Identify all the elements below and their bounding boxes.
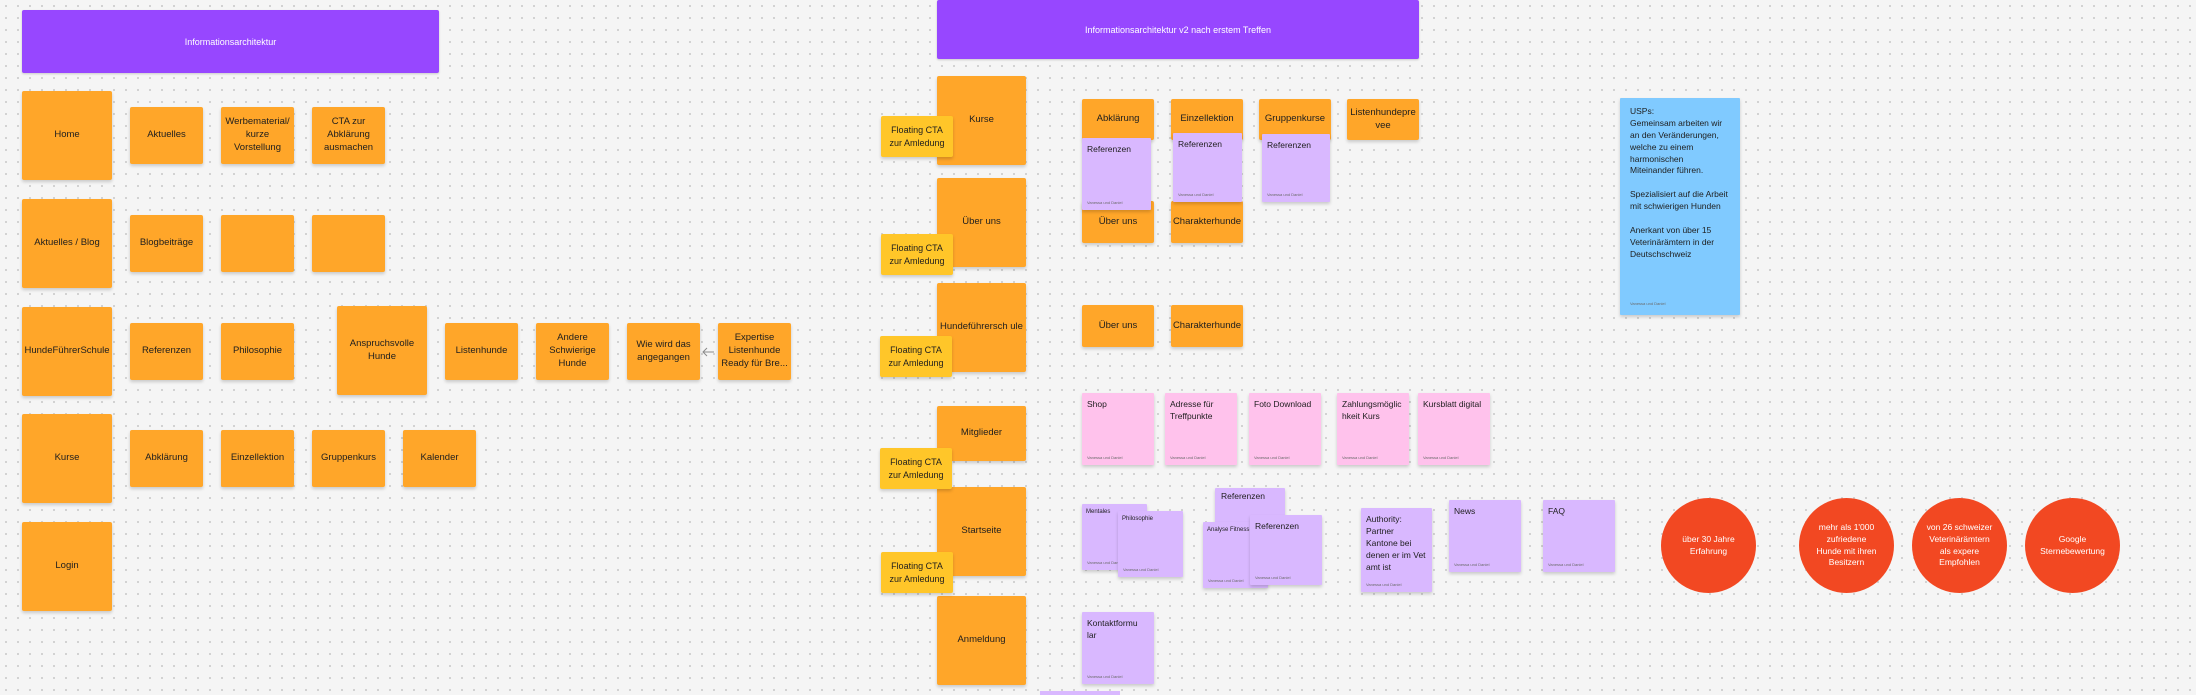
note-philosophie[interactable]: Philosophie Vanessa und Daniel xyxy=(1118,511,1183,577)
note-referenzen[interactable]: Referenzen Vanessa und Daniel xyxy=(1262,134,1330,202)
sticky-andere-schwierige-hunde[interactable]: Andere Schwierige Hunde xyxy=(536,323,609,380)
note-authority[interactable]: Authority: Partner Kantone bei denen er … xyxy=(1361,508,1432,592)
circle-erfahrung[interactable]: über 30 Jahre Erfahrung xyxy=(1661,498,1756,593)
sticky-login[interactable]: Login xyxy=(22,522,112,611)
sticky-v2-charakterhunde[interactable]: Charakterhunde xyxy=(1171,305,1243,347)
frame-informationsarchitektur-v2[interactable]: Informationsarchitektur v2 nach erstem T… xyxy=(937,0,1419,59)
note-zahlungsmoeglichkeit[interactable]: Zahlungsmöglic hkeit Kurs Vanessa und Dan… xyxy=(1337,393,1409,465)
sticky-v2-ueber-uns-item[interactable]: Über uns xyxy=(1082,305,1154,347)
note-faq[interactable]: FAQ Vanessa und Daniel xyxy=(1543,500,1615,572)
sticky-v2-charakterhunde[interactable]: Charakterhunde xyxy=(1171,201,1243,243)
arrow-left-icon xyxy=(702,347,714,357)
sticky-kalender[interactable]: Kalender xyxy=(403,430,476,487)
frame-title: Informationsarchitektur xyxy=(184,36,277,47)
sticky-einzellektion[interactable]: Einzellektion xyxy=(221,430,294,487)
sticky-wie-wird-das-angegangen[interactable]: Wie wird das angegangen xyxy=(627,323,700,380)
sticky-referenzen[interactable]: Referenzen xyxy=(130,323,203,380)
sticky-blogbeitraege[interactable]: Blogbeiträge xyxy=(130,215,203,272)
note-partial-offscreen xyxy=(1040,691,1120,695)
sticky-abklaerung[interactable]: Abklärung xyxy=(130,430,203,487)
frame-title: Informationsarchitektur v2 nach erstem T… xyxy=(1085,24,1271,35)
note-usps[interactable]: USPs: Gemeinsam arbeiten wir an den Verä… xyxy=(1620,98,1740,315)
sticky-aktuelles[interactable]: Aktuelles xyxy=(130,107,203,164)
sticky-listenhunde[interactable]: Listenhunde xyxy=(445,323,518,380)
sticky-expertise-listenhunde[interactable]: Expertise Listenhunde Ready für Bre... xyxy=(718,323,791,380)
note-shop[interactable]: Shop Vanessa und Daniel xyxy=(1082,393,1154,465)
frame-informationsarchitektur[interactable]: Informationsarchitektur xyxy=(22,10,439,73)
sticky-empty[interactable] xyxy=(221,215,294,272)
circle-google-sternebewertung[interactable]: Google Sternebewertung xyxy=(2025,498,2120,593)
sticky-floating-cta[interactable]: Floating CTA zur Amledung xyxy=(881,234,953,275)
note-news[interactable]: News Vanessa und Daniel xyxy=(1449,500,1521,572)
sticky-hundefuehrerschule[interactable]: HundeFührerSchule xyxy=(22,307,112,396)
sticky-home[interactable]: Home xyxy=(22,91,112,180)
sticky-gruppenkurs[interactable]: Gruppenkurs xyxy=(312,430,385,487)
note-kontaktformular[interactable]: Kontaktformu lar Vanessa und Daniel xyxy=(1082,612,1154,684)
sticky-kurse[interactable]: Kurse xyxy=(22,414,112,503)
sticky-v2-anmeldung[interactable]: Anmeldung xyxy=(937,596,1026,685)
note-referenzen[interactable]: Referenzen Vanessa und Daniel xyxy=(1173,133,1242,202)
sticky-werbematerial[interactable]: Werbematerial/ kurze Vorstellung xyxy=(221,107,294,164)
circle-veterinaeraemter[interactable]: von 26 schweizer Veterinärämtern als exp… xyxy=(1912,498,2007,593)
sticky-floating-cta[interactable]: Floating CTA zur Amledung xyxy=(880,336,952,377)
note-referenzen-startseite[interactable]: Referenzen Vanessa und Daniel xyxy=(1250,515,1322,585)
sticky-cta-abklaerung[interactable]: CTA zur Abklärung ausmachen xyxy=(312,107,385,164)
sticky-floating-cta[interactable]: Floating CTA zur Amledung xyxy=(880,448,952,489)
sticky-anspruchsvolle-hunde[interactable]: Anspruchsvolle Hunde xyxy=(337,306,427,395)
note-adresse-treffpunkte[interactable]: Adresse für Treffpunkte Vanessa und Danie… xyxy=(1165,393,1237,465)
sticky-v2-abklaerung[interactable]: Abklärung xyxy=(1082,99,1154,140)
sticky-floating-cta[interactable]: Floating CTA zur Amledung xyxy=(881,116,953,157)
note-foto-download[interactable]: Foto Download Vanessa und Daniel xyxy=(1249,393,1321,465)
note-kursblatt-digital[interactable]: Kursblatt digital Vanessa und Daniel xyxy=(1418,393,1490,465)
sticky-empty[interactable] xyxy=(312,215,385,272)
sticky-floating-cta[interactable]: Floating CTA zur Amledung xyxy=(881,552,953,593)
circle-zufriedene-hunde[interactable]: mehr als 1'000 zufriedene Hunde mit ihre… xyxy=(1799,498,1894,593)
sticky-aktuelles-blog[interactable]: Aktuelles / Blog xyxy=(22,199,112,288)
note-referenzen[interactable]: Referenzen Vanessa und Daniel xyxy=(1082,138,1151,210)
sticky-philosophie[interactable]: Philosophie xyxy=(221,323,294,380)
sticky-v2-listenhunde[interactable]: Listenhundepre vee xyxy=(1347,99,1419,140)
